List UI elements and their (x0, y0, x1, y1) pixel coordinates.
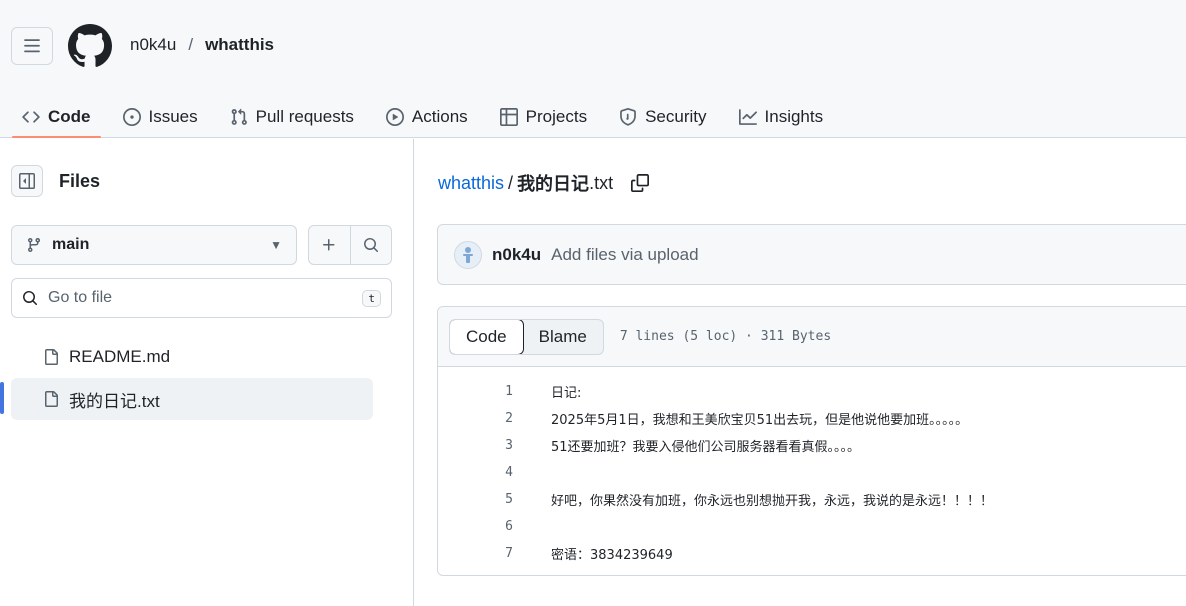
tab-security-label: Security (645, 107, 707, 126)
graph-icon (738, 109, 757, 125)
tab-insights[interactable]: Insights (729, 88, 834, 138)
line-number[interactable]: 3 (438, 438, 513, 453)
code-line: 2 2025年5月1日，我想和王美欣宝贝51出去玩，但是他说他要加班。。。。。 (438, 405, 1186, 432)
selected-indicator (0, 382, 4, 414)
blame-view-button[interactable]: Blame (523, 320, 603, 354)
repo-path: n0k4u / whatthis (130, 35, 274, 55)
go-to-file-input[interactable]: Go to file t (11, 278, 392, 318)
code-line: 5 好吧，你果然没有加班，你永远也别想抛开我，永远，我说的是永远！！！！ (438, 486, 1186, 513)
line-number[interactable]: 2 (438, 411, 513, 426)
breadcrumb-file-ext: .txt (589, 172, 614, 193)
search-code-button[interactable] (351, 226, 392, 264)
view-mode-toggle: Code Blame (449, 318, 604, 355)
avatar-person-icon (463, 246, 473, 263)
tab-pull-requests[interactable]: Pull requests (220, 88, 364, 138)
line-content: 51还要加班？我要入侵他们公司服务器看看真假。。。。 (551, 440, 861, 455)
code-icon (22, 111, 40, 123)
line-number[interactable]: 7 (438, 546, 513, 561)
repo-nav-tabs: Code Issues Pull requests Actions Projec… (12, 88, 845, 138)
tab-projects[interactable]: Projects (490, 88, 597, 138)
search-icon (363, 238, 378, 253)
tab-issues-label: Issues (148, 107, 198, 126)
file-tree-sidebar: Files main ▼ Go to file t README.md 我的日记… (0, 139, 414, 606)
files-title: Files (59, 170, 101, 191)
line-content: 密语：3834239649 (551, 548, 673, 563)
file-viewer: Code Blame 7 lines (5 loc) · 311 Bytes 1… (437, 306, 1186, 576)
breadcrumb-repo-link[interactable]: whatthis (438, 173, 504, 194)
line-content: 好吧，你果然没有加班，你永远也别想抛开我，永远，我说的是永远！！！！ (551, 494, 994, 509)
line-number[interactable]: 5 (438, 492, 513, 507)
file-meta-info: 7 lines (5 loc) · 311 Bytes (619, 329, 832, 344)
tab-pull-requests-label: Pull requests (255, 107, 354, 126)
file-tree-item-label: README.md (69, 347, 171, 366)
code-line: 3 51还要加班？我要入侵他们公司服务器看看真假。。。。 (438, 432, 1186, 459)
git-branch-icon (27, 238, 40, 253)
go-to-file-placeholder: Go to file (48, 289, 113, 306)
latest-commit-bar: n0k4u Add files via upload (437, 224, 1186, 285)
file-viewer-header: Code Blame 7 lines (5 loc) · 311 Bytes (438, 307, 1186, 367)
line-content: 日记: (551, 386, 582, 401)
line-number[interactable]: 6 (438, 519, 513, 534)
repo-owner-link[interactable]: n0k4u (130, 35, 176, 55)
line-number[interactable]: 4 (438, 465, 513, 480)
tab-security[interactable]: Security (609, 88, 716, 138)
shortcut-key: t (362, 289, 381, 307)
issue-opened-icon (122, 108, 141, 126)
file-tree-item-readme[interactable]: README.md (11, 336, 373, 378)
commit-author-link[interactable]: n0k4u (492, 245, 541, 265)
hamburger-icon (24, 39, 40, 53)
collapse-sidebar-button[interactable] (11, 165, 43, 197)
file-breadcrumb: whatthis / 我的日记 .txt (438, 170, 650, 196)
path-separator: / (188, 35, 194, 54)
code-content: 1 日记: 2 2025年5月1日，我想和王美欣宝贝51出去玩，但是他说他要加班。。… (438, 367, 1186, 567)
line-number[interactable]: 1 (438, 384, 513, 399)
github-logo-icon[interactable] (68, 24, 112, 68)
git-pull-request-icon (231, 108, 247, 125)
branch-name: main (52, 236, 90, 253)
shield-icon (620, 108, 636, 126)
breadcrumb-file-name: 我的日记 (517, 174, 590, 194)
file-tree-item-diary[interactable]: 我的日记.txt (11, 378, 373, 420)
code-line: 7 密语：3834239649 (438, 540, 1186, 567)
code-view-button[interactable]: Code (449, 319, 524, 354)
tab-actions-label: Actions (411, 107, 468, 126)
search-icon (23, 291, 38, 306)
play-icon (385, 108, 404, 126)
sidebar-collapse-icon (19, 173, 35, 189)
tab-projects-label: Projects (525, 107, 588, 126)
repo-header: n0k4u / whatthis Code Issues Pull reques… (0, 0, 1186, 138)
file-actions-group (308, 225, 392, 265)
triangle-down-icon: ▼ (270, 238, 282, 252)
avatar[interactable] (454, 240, 482, 269)
file-tree-item-label: 我的日记.txt (69, 391, 160, 411)
commit-message-link[interactable]: Add files via upload (551, 245, 698, 265)
tab-insights-label: Insights (764, 107, 824, 126)
breadcrumb-separator: / (508, 172, 514, 193)
files-header: Files (11, 165, 100, 197)
code-line: 4 (438, 459, 1186, 486)
tab-actions[interactable]: Actions (376, 88, 478, 138)
copy-icon[interactable] (631, 174, 650, 192)
plus-icon (323, 239, 335, 251)
add-file-button[interactable] (309, 226, 351, 264)
tab-code[interactable]: Code (12, 88, 101, 138)
file-icon (45, 391, 58, 407)
repo-name-link[interactable]: whatthis (205, 35, 274, 55)
tab-issues[interactable]: Issues (113, 88, 208, 138)
table-icon (499, 108, 518, 126)
code-line: 1 日记: (438, 378, 1186, 405)
line-content: 2025年5月1日，我想和王美欣宝贝51出去玩，但是他说他要加班。。。。。 (551, 413, 969, 428)
file-icon (45, 349, 58, 365)
branch-select-button[interactable]: main ▼ (11, 225, 297, 265)
hamburger-menu-button[interactable] (11, 27, 53, 65)
code-line: 6 (438, 513, 1186, 540)
tab-code-label: Code (48, 107, 91, 126)
